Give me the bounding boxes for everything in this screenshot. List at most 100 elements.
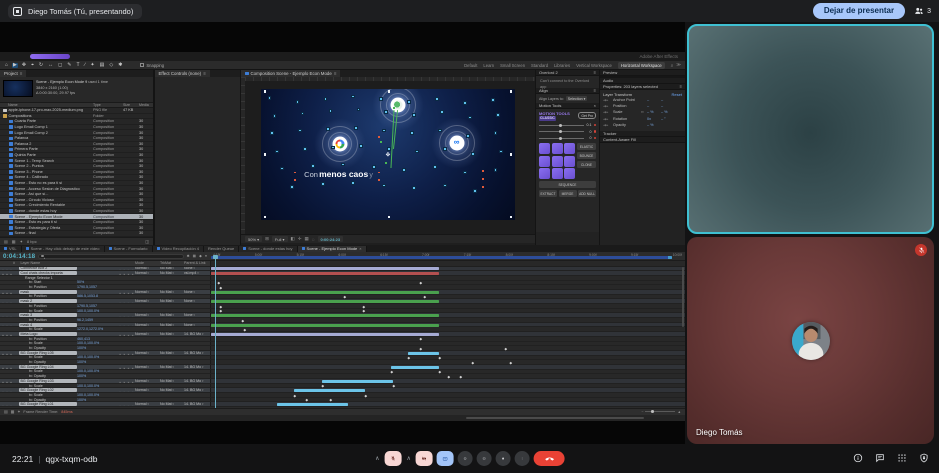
workspace-tab[interactable]: Default — [464, 63, 477, 68]
selection-handle[interactable] — [439, 130, 441, 132]
layer-switches-icons[interactable] — [0, 393, 13, 397]
layer-name[interactable]: tx: Position — [19, 337, 77, 341]
selection-handle[interactable] — [327, 128, 329, 130]
panel-menu-icon[interactable]: ≡ — [680, 84, 682, 89]
layer-duration-bar[interactable] — [211, 333, 439, 336]
layer-switches-icons[interactable] — [0, 318, 13, 322]
host-controls-button[interactable] — [919, 450, 929, 468]
layer-switches-icons[interactable] — [0, 290, 13, 294]
layer-name[interactable]: tx: Opacity — [19, 374, 77, 378]
selection-handle[interactable] — [312, 165, 314, 167]
layer-toggles[interactable] — [117, 370, 135, 374]
timeline-timecode[interactable]: 0:04:14:18 — [3, 253, 35, 260]
layer-track[interactable] — [210, 365, 685, 369]
checkerboard-icon[interactable]: ▦ — [305, 236, 309, 242]
selection-handle[interactable] — [444, 185, 446, 187]
layer-track[interactable] — [210, 267, 685, 271]
motion-blur-icon[interactable]: ● — [205, 254, 207, 258]
playhead[interactable] — [215, 255, 216, 408]
stop-presenting-button[interactable]: Dejar de presentar — [813, 3, 905, 19]
bounding-corner-handle[interactable] — [510, 153, 512, 155]
camera-view-icon[interactable]: ◌ — [312, 237, 315, 242]
layer-name[interactable]: tx: Position — [19, 304, 77, 308]
layer-name[interactable]: tx: Opacity — [19, 346, 77, 350]
preview-panel-tab[interactable]: Preview — [603, 70, 617, 75]
layer-name[interactable]: mask 2 — [19, 299, 77, 303]
layer-track[interactable] — [210, 374, 685, 378]
selection-handle[interactable] — [408, 101, 410, 103]
selection-handle[interactable] — [469, 117, 471, 119]
layer-switches-icons[interactable] — [0, 332, 13, 336]
layer-track[interactable] — [210, 379, 685, 383]
layer-name[interactable]: tx: Scale — [19, 369, 77, 373]
layer-track[interactable] — [210, 295, 685, 299]
layer-switches-icons[interactable] — [0, 267, 13, 271]
parent-link-select[interactable]: None — [184, 313, 210, 317]
selection-handle[interactable] — [380, 98, 382, 100]
bounding-corner-handle[interactable] — [388, 216, 390, 218]
layer-switches-icons[interactable] — [0, 346, 13, 350]
track-matte-select[interactable]: No Mat — [160, 271, 184, 275]
orbit-camera-tool-icon[interactable]: ↻ — [38, 63, 44, 68]
captions-button[interactable] — [477, 451, 492, 466]
layer-track[interactable] — [210, 393, 685, 397]
layer-track[interactable] — [210, 285, 685, 289]
composition-viewer[interactable]: ∞ Con menos caos y ❖ — [241, 77, 535, 234]
layer-toggles[interactable] — [117, 309, 135, 313]
layer-name[interactable]: Cool chats checks importa — [19, 271, 77, 275]
property-value[interactable]: 460,413 — [77, 337, 117, 341]
selection-handle[interactable] — [464, 102, 466, 104]
property-value[interactable]: 100% — [77, 398, 117, 402]
timeline-zoom-control[interactable]: − ▲ — [641, 410, 681, 414]
keyframe-nav-icon[interactable]: ◂◆▸ — [603, 117, 611, 121]
layer-track[interactable] — [210, 398, 685, 402]
zoom-out-icon[interactable]: − — [641, 410, 643, 414]
property-value[interactable]: 100% — [77, 360, 117, 364]
type-tool-icon[interactable]: T — [75, 63, 80, 68]
layer-switches-icons[interactable] — [0, 299, 13, 303]
layer-name[interactable]: BG Google Ring L05 — [19, 351, 77, 355]
layer-switches-icons[interactable] — [0, 374, 13, 378]
bounding-corner-handle[interactable] — [510, 90, 512, 92]
timeline-row[interactable]: BG Google Ring L01 Normal No Mat 14. BG … — [0, 402, 685, 407]
mic-options-chevron[interactable]: ∧ — [374, 456, 380, 462]
timeline-search-input[interactable] — [38, 254, 183, 259]
layer-switches-icons[interactable] — [0, 384, 13, 388]
layer-switches-icons[interactable] — [0, 370, 13, 374]
layer-switches-icons[interactable] — [0, 365, 13, 369]
layer-toggles[interactable] — [117, 388, 135, 392]
layer-toggles[interactable] — [117, 327, 135, 331]
track-matte-select[interactable]: No Mat — [160, 365, 184, 369]
layer-name[interactable]: mask — [19, 290, 77, 294]
snapping-toggle[interactable]: Snapping — [140, 63, 164, 68]
blend-mode-select[interactable]: Normal — [135, 299, 160, 303]
meeting-details-button[interactable] — [853, 450, 863, 468]
layer-toggles[interactable] — [117, 351, 135, 355]
layer-toggles[interactable] — [117, 332, 135, 336]
magnification-menu[interactable]: 50% ▾ — [245, 236, 262, 242]
layer-duration-bar[interactable] — [211, 314, 439, 317]
track-matte-select[interactable]: No Mat — [160, 332, 184, 336]
eraser-tool-icon[interactable]: ◇ — [108, 63, 114, 68]
layer-switches-icons[interactable] — [0, 309, 13, 313]
layer-name[interactable]: tx: Scale — [19, 355, 77, 359]
selection-handle[interactable] — [383, 130, 385, 132]
selection-handle[interactable] — [416, 151, 418, 153]
camera-button-off[interactable] — [416, 451, 433, 466]
property-value[interactable]: 1790.5,1057 — [77, 285, 117, 289]
motion-tools-button[interactable]: BOUNCE — [577, 152, 596, 159]
selection-handle[interactable] — [304, 148, 306, 150]
workspace-search-icon[interactable]: ⌕ — [671, 63, 674, 68]
layer-track[interactable] — [210, 356, 685, 360]
track-matte-select[interactable]: No Mat — [160, 313, 184, 317]
timeline-horizontal-scroll[interactable] — [0, 415, 685, 422]
workspace-tab[interactable]: Small Screen — [500, 63, 525, 68]
track-matte-select[interactable]: No Mat — [160, 402, 184, 406]
leave-call-button[interactable] — [534, 451, 565, 466]
layer-name[interactable]: Meta Logo — [19, 332, 77, 336]
graph-editor-icon[interactable]: ▦ — [11, 409, 15, 414]
layer-toggles[interactable] — [117, 285, 135, 289]
zoom-slider[interactable] — [645, 411, 675, 412]
layer-toggles[interactable] — [117, 290, 135, 294]
layer-duration-bar[interactable] — [211, 324, 439, 327]
